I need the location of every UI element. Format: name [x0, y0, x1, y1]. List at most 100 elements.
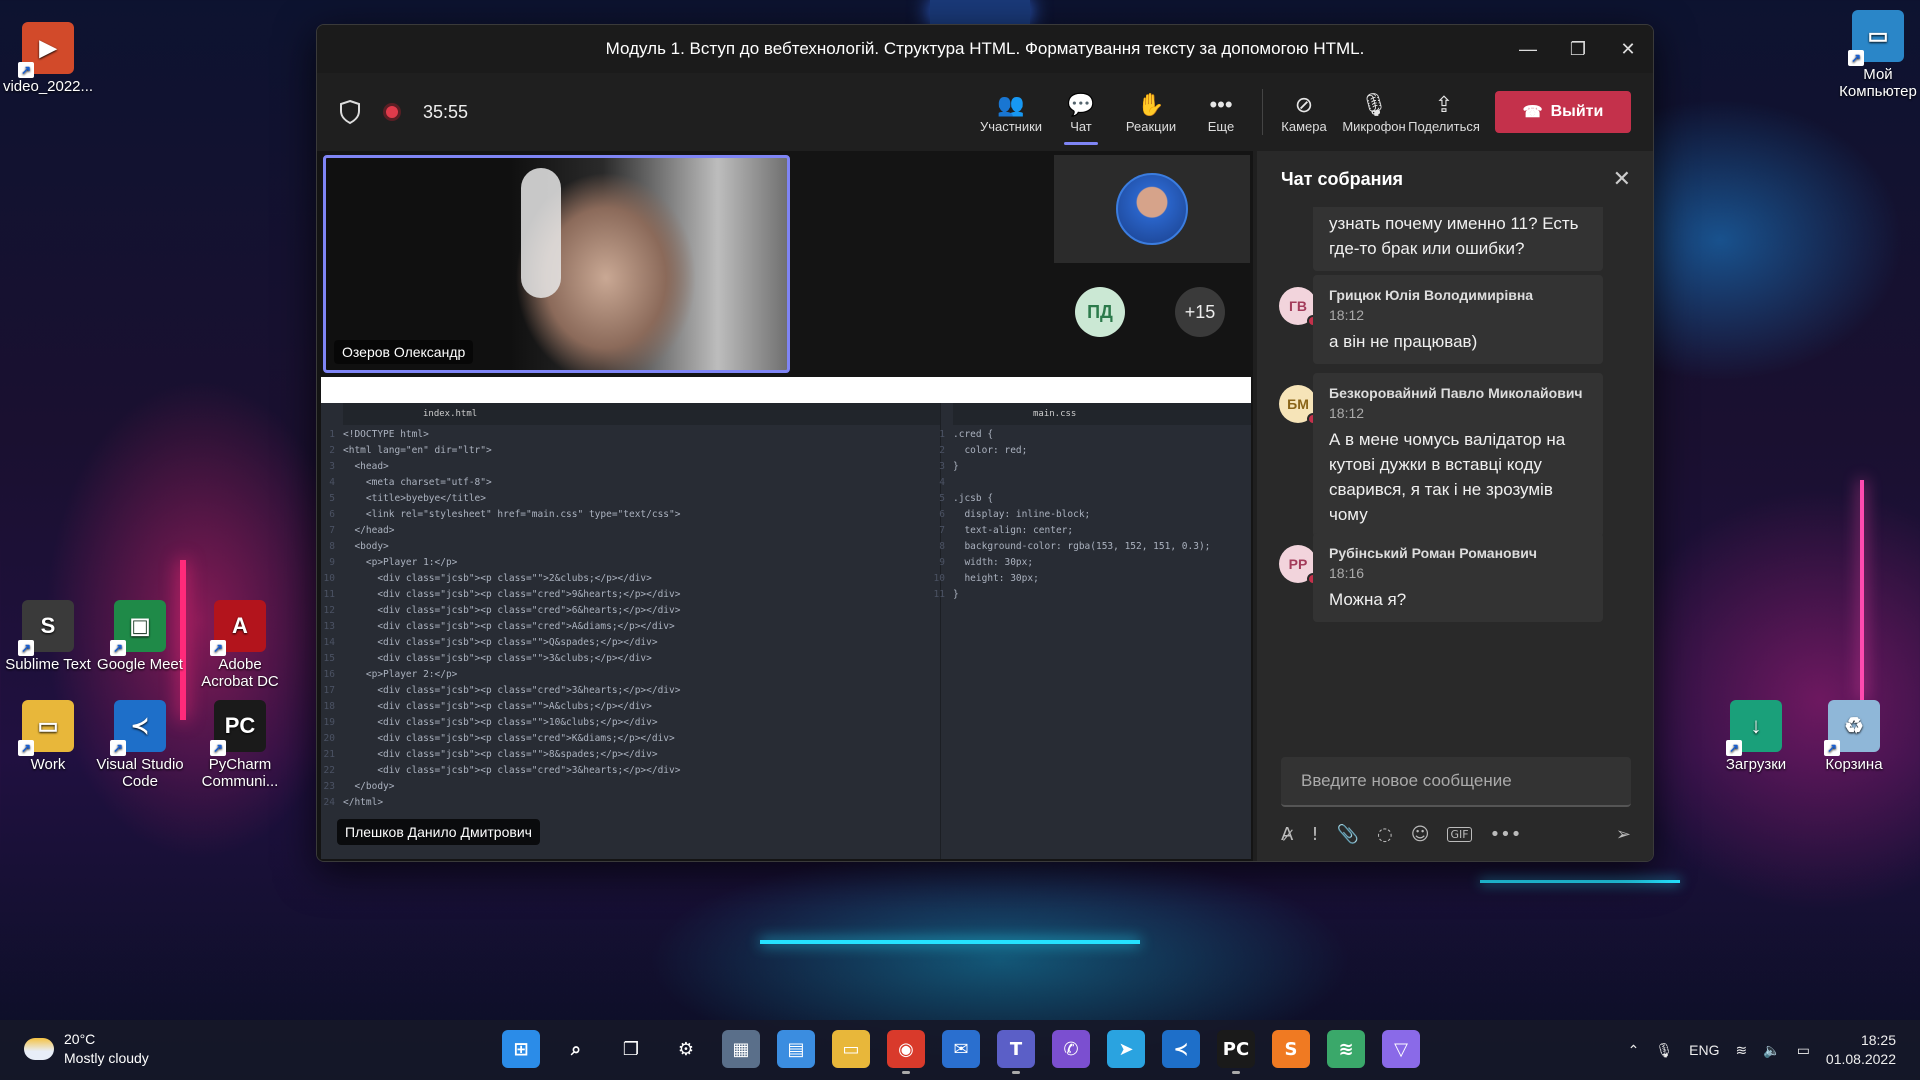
- desktop-icon-2-left[interactable]: ▣ ↗ Google Meet: [92, 600, 188, 673]
- language-indicator[interactable]: ENG: [1689, 1042, 1719, 1058]
- mic-muted-icon[interactable]: 🎙: [1655, 1042, 1673, 1059]
- desktop-icon-2-right[interactable]: ♻ ↗ Корзина: [1806, 700, 1902, 773]
- loop-icon[interactable]: ◌: [1377, 824, 1393, 845]
- task-view-icon[interactable]: ❐: [612, 1030, 650, 1068]
- participant-avatar-initials[interactable]: ПД: [1075, 287, 1125, 337]
- message-input[interactable]: Введите новое сообщение: [1281, 757, 1631, 807]
- settings-icon[interactable]: ⚙: [667, 1030, 705, 1068]
- telegram-icon[interactable]: ➤: [1107, 1030, 1145, 1068]
- code-text: }: [953, 589, 959, 600]
- code-line: 3 <head>: [329, 461, 940, 477]
- desktop-icon-6-left[interactable]: PC ↗ PyCharm Communi...: [192, 700, 288, 791]
- desktop-icon-5-left[interactable]: ≺ ↗ Visual Studio Code: [92, 700, 188, 791]
- battery-icon[interactable]: ▭: [1797, 1042, 1810, 1059]
- emoji-icon[interactable]: ☺: [1411, 824, 1430, 845]
- pycharm-icon[interactable]: PC: [1217, 1030, 1255, 1074]
- app-icon: ↓ ↗: [1726, 700, 1782, 756]
- desktop-icon-1-left[interactable]: S ↗ Sublime Text: [0, 600, 96, 673]
- line-number: 16: [323, 669, 335, 680]
- code-line: 10 <div class="jcsb"><p class="">2&clubs…: [324, 573, 940, 589]
- format-icon[interactable]: A̷: [1281, 824, 1293, 845]
- desktop-icon-4-left[interactable]: ▭ ↗ Work: [0, 700, 96, 773]
- toolbar-people-button[interactable]: 👥 Участники: [976, 73, 1046, 151]
- toolbar-camera-off-button[interactable]: ⊘ Камера: [1269, 73, 1339, 151]
- line-number: 8: [939, 541, 945, 552]
- line-number: 4: [329, 477, 335, 488]
- vscode-icon[interactable]: ≺: [1162, 1030, 1200, 1068]
- chrome-icon[interactable]: ◉: [887, 1030, 925, 1074]
- close-window-button[interactable]: ✕: [1603, 25, 1653, 73]
- more-participants-button[interactable]: +15: [1175, 287, 1225, 337]
- sublime-icon[interactable]: S: [1272, 1030, 1310, 1068]
- message-time: 18:16: [1329, 565, 1365, 581]
- search-icon[interactable]: ⌕: [557, 1030, 595, 1068]
- leave-button[interactable]: ☎ Выйти: [1495, 91, 1631, 133]
- code-text: .jcsb {: [953, 493, 994, 504]
- app-icon: ▶ ↗: [18, 22, 74, 78]
- app-icon: PC ↗: [210, 700, 266, 756]
- more-icon[interactable]: •••: [1490, 824, 1522, 845]
- code-text: <html lang="en" dir="ltr">: [343, 445, 492, 456]
- desktop-icon-label: video_2022...: [2, 78, 94, 95]
- desktop-icon-1-right[interactable]: ↓ ↗ Загрузки: [1708, 700, 1804, 773]
- code-text: </head>: [343, 525, 395, 536]
- maximize-button[interactable]: ❐: [1553, 25, 1603, 73]
- code-line: 11 <div class="jcsb"><p class="cred">9&h…: [324, 589, 940, 605]
- toolbar-chat-button[interactable]: 💬 Чат: [1046, 73, 1116, 151]
- toolbar-more-button[interactable]: ••• Еще: [1186, 73, 1256, 151]
- calculator-icon[interactable]: ▦: [722, 1030, 760, 1068]
- gif-icon[interactable]: GIF: [1447, 826, 1472, 842]
- toolbar-mic-off-button[interactable]: 🎙 Микрофон: [1339, 73, 1409, 151]
- chat-message-list[interactable]: узнать почему именно 11? Есть где-то бра…: [1257, 207, 1653, 675]
- leave-label: Выйти: [1550, 103, 1604, 120]
- line-number: 5: [329, 493, 335, 504]
- clock[interactable]: 18:25 01.08.2022: [1826, 1031, 1896, 1069]
- start-icon[interactable]: ⊞: [502, 1030, 540, 1068]
- teams-icon[interactable]: T: [997, 1030, 1035, 1074]
- outlook-icon[interactable]: ✉: [942, 1030, 980, 1068]
- avatar[interactable]: БМ: [1279, 385, 1319, 425]
- shield-icon[interactable]: [339, 99, 361, 125]
- chat-message[interactable]: Рубінський Роман Романович 18:16 Можна я?: [1313, 533, 1603, 622]
- shortcut-arrow-icon: ↗: [110, 740, 126, 756]
- chat-message[interactable]: Безкоровайний Павло Миколайович 18:12 А в…: [1313, 373, 1603, 537]
- desktop-icon-3-left[interactable]: A ↗ Adobe Acrobat DC: [192, 600, 288, 691]
- wifi-icon[interactable]: ≋: [1736, 1042, 1748, 1059]
- message-text: Можна я?: [1329, 590, 1407, 609]
- layers-icon[interactable]: ≋: [1327, 1030, 1365, 1068]
- send-icon[interactable]: ➢: [1616, 824, 1631, 845]
- code-line: 15 <div class="jcsb"><p class="">3&clubs…: [324, 653, 940, 669]
- viber-icon[interactable]: ✆: [1052, 1030, 1090, 1068]
- toolbar-button-label: Камера: [1281, 118, 1327, 134]
- priority-icon[interactable]: !: [1311, 824, 1318, 845]
- participant-video-tile[interactable]: Озеров Олександр: [323, 155, 790, 373]
- attach-icon[interactable]: 📎: [1337, 824, 1359, 845]
- minimize-button[interactable]: —: [1503, 25, 1553, 73]
- weather-widget[interactable]: 20°C Mostly cloudy: [24, 1030, 149, 1068]
- line-number: 7: [329, 525, 335, 536]
- toolbar-hand-button[interactable]: ✋ Реакции: [1116, 73, 1186, 151]
- chat-message[interactable]: узнать почему именно 11? Есть где-то бра…: [1313, 207, 1603, 271]
- desktop-icon-0-right[interactable]: ▭ ↗ Мой Компьютер: [1830, 10, 1920, 101]
- volume-icon[interactable]: 🔈: [1763, 1042, 1780, 1059]
- code-line: 8 <body>: [329, 541, 940, 557]
- vpn-icon[interactable]: ▽: [1382, 1030, 1420, 1068]
- chevron-up-icon[interactable]: ⌃: [1628, 1042, 1640, 1059]
- desktop-icon-0-left[interactable]: ▶ ↗ video_2022...: [0, 22, 96, 95]
- shared-window-titlebar: [321, 377, 1251, 403]
- participant-tile-avatar[interactable]: [1054, 155, 1250, 263]
- video-stage: Озеров Олександр ПД +15 index.html 1 <!DO…: [317, 151, 1253, 861]
- explorer-icon[interactable]: ▭: [832, 1030, 870, 1068]
- code-line: 9 width: 30px;: [939, 557, 1251, 573]
- code-text: <p>Player 1:</p>: [343, 557, 458, 568]
- chat-message[interactable]: Грицюк Юлія Володимирівна 18:12 а він не …: [1313, 275, 1603, 364]
- line-number: 15: [323, 653, 335, 664]
- code-line: 3}: [939, 461, 1251, 477]
- line-number: 9: [329, 557, 335, 568]
- desktop-icon-label: Загрузки: [1725, 756, 1787, 773]
- toolbar-share-button[interactable]: ⇪ Поделиться: [1408, 73, 1480, 151]
- avatar[interactable]: РР: [1279, 545, 1319, 585]
- close-chat-icon[interactable]: ✕: [1613, 167, 1631, 192]
- avatar[interactable]: ГВ: [1279, 287, 1319, 327]
- notepad-icon[interactable]: ▤: [777, 1030, 815, 1068]
